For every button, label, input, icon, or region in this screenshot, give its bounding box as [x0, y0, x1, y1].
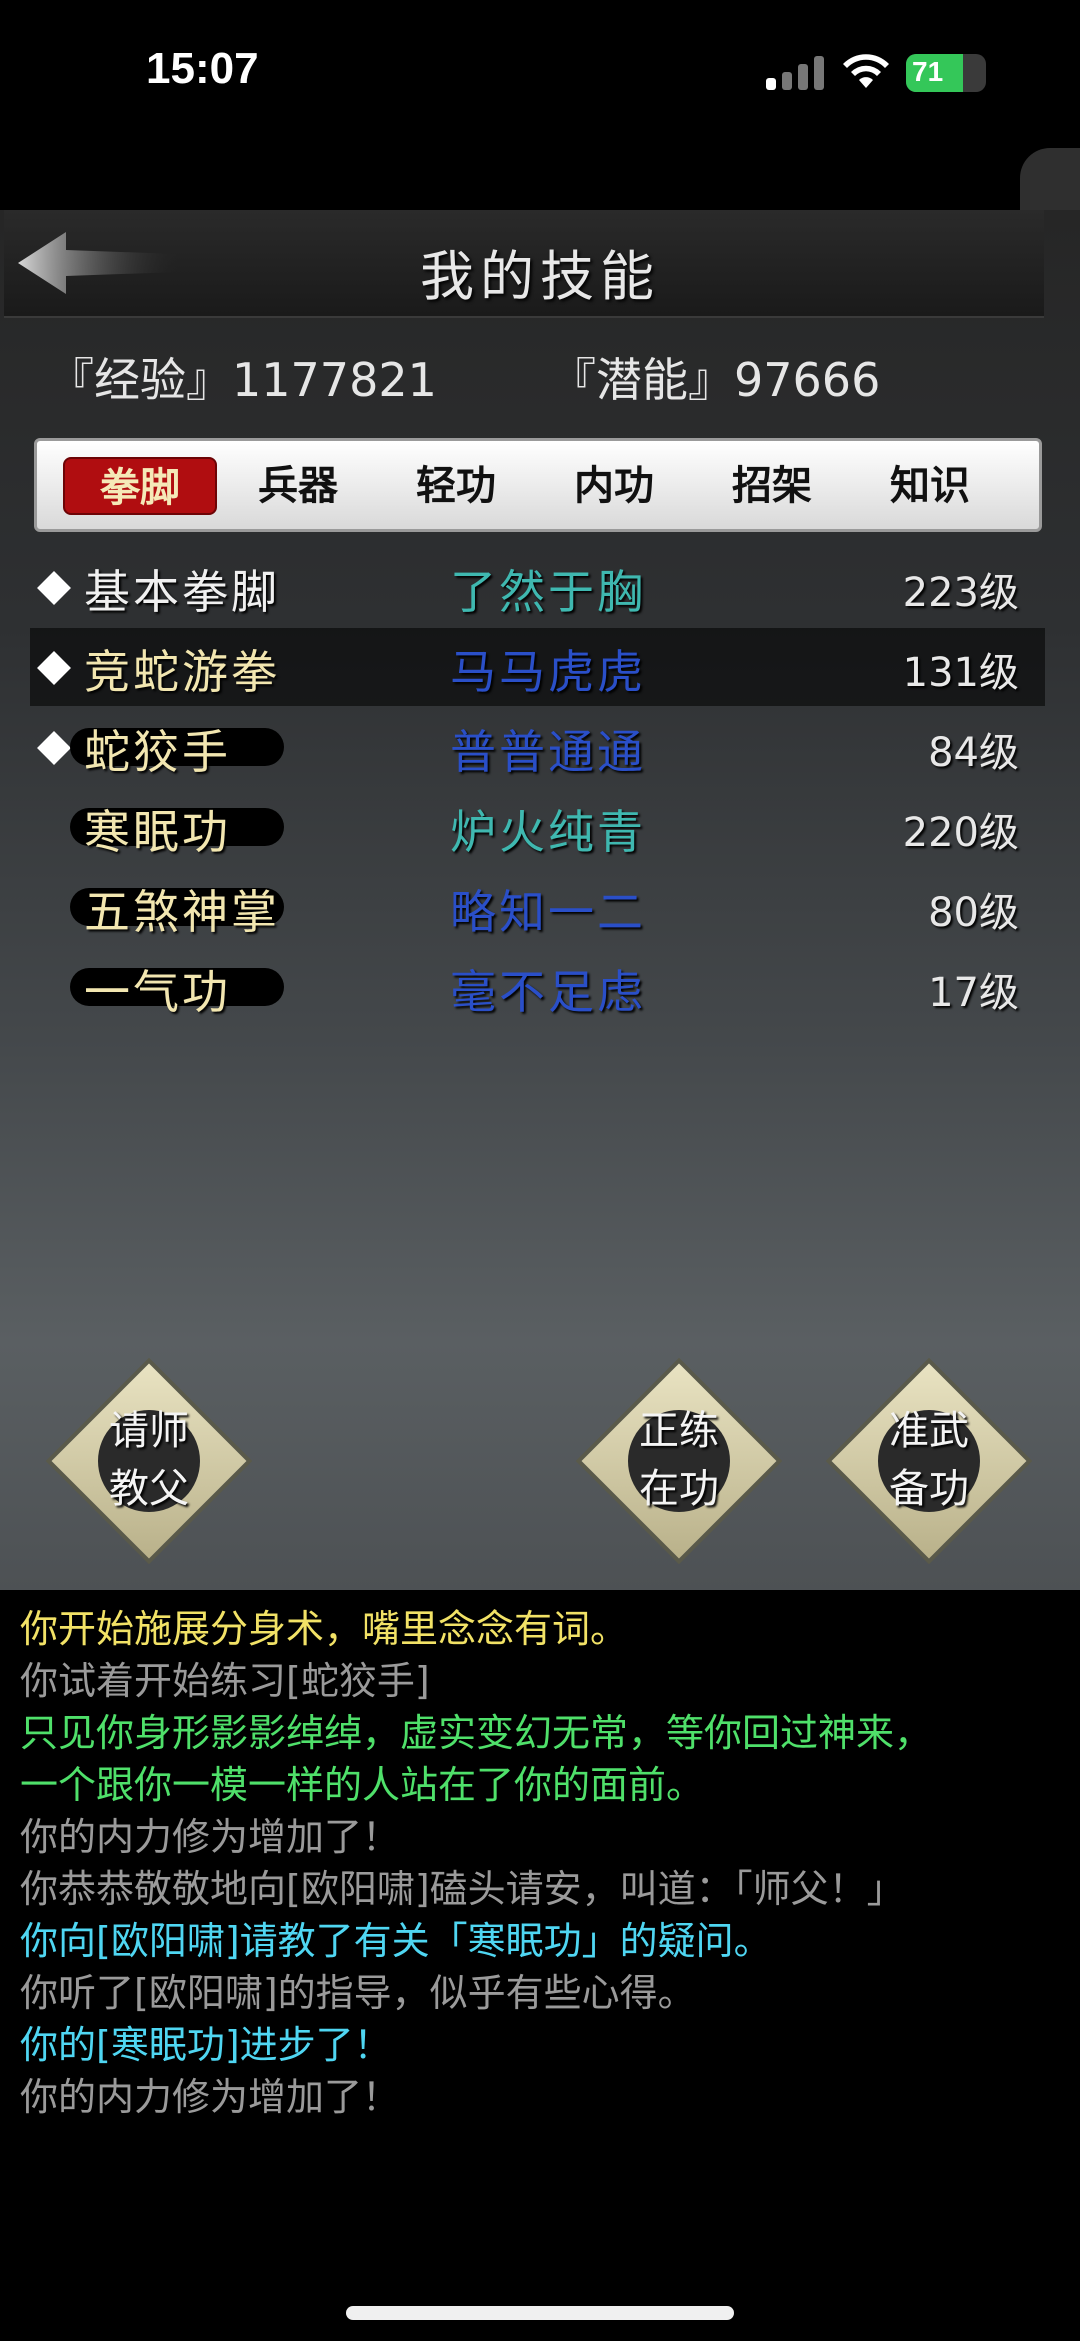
skill-level: 84级 — [928, 730, 1019, 776]
skill-name: 寒眠功 — [84, 805, 231, 859]
log-line: 你试着开始练习[蛇狡手] — [20, 1659, 430, 1703]
skill-level: 131级 — [902, 650, 1019, 696]
log-line: 你的[寒眠功]进步了！ — [20, 2023, 392, 2067]
tab-fist[interactable]: 拳脚 — [63, 457, 217, 515]
skill-rank: 炉火纯青 — [450, 805, 646, 859]
log-line: 你的内力修为增加了！ — [20, 2075, 401, 2119]
equipped-marker-icon — [37, 571, 71, 605]
button-label-line2: 在功 — [639, 1466, 719, 1512]
skill-row[interactable]: 五煞神掌 略知一二 80级 — [30, 868, 1045, 946]
skill-level: 223级 — [902, 570, 1019, 616]
battery-text: 71 — [912, 56, 944, 87]
tab-weapon[interactable]: 兵器 — [221, 457, 375, 515]
home-indicator[interactable] — [346, 2306, 734, 2320]
log-line: 你的内力修为增加了！ — [20, 1815, 401, 1859]
tab-parry[interactable]: 招架 — [695, 457, 849, 515]
tab-knowledge[interactable]: 知识 — [853, 457, 1007, 515]
skill-name: 蛇狡手 — [84, 725, 231, 779]
log-line: 你向[欧阳啸]请教了有关「寒眠功」的疑问。 — [20, 1919, 772, 1963]
stats-row: 『经验』1177821 『潜能』97666 — [40, 334, 1000, 414]
wifi-icon — [843, 54, 889, 88]
skill-rank: 毫不足虑 — [450, 965, 646, 1019]
log-line: 只见你身形影影绰绰，虚实变幻无常，等你回过神来， — [20, 1711, 933, 1755]
skill-rank: 马马虎虎 — [450, 645, 646, 699]
equipped-marker-icon — [37, 731, 71, 765]
skill-name: 五煞神掌 — [84, 885, 280, 939]
potential-value: 『潜能』97666 — [550, 353, 881, 407]
log-line: 你恭恭敬敬地向[欧阳啸]磕头请安，叫道：「师父！」 — [20, 1867, 905, 1911]
skill-category-tabs: 拳脚 兵器 轻功 内功 招架 知识 — [34, 438, 1042, 532]
button-label-line2: 备功 — [889, 1466, 969, 1512]
status-time: 15:07 — [146, 44, 259, 93]
practice-button[interactable]: 正练 在功 — [575, 1357, 783, 1565]
skill-row[interactable]: 基本拳脚 了然于胸 223级 — [30, 548, 1045, 626]
skill-rank: 略知一二 — [450, 885, 646, 939]
skills-screen: 我的技能 『经验』1177821 『潜能』97666 拳脚 兵器 轻功 内功 招… — [0, 210, 1080, 2070]
skill-level: 80级 — [928, 890, 1019, 936]
cellular-signal-icon — [766, 56, 824, 90]
battery-icon: 71 — [906, 54, 986, 92]
skill-name: 竞蛇游拳 — [84, 645, 280, 699]
message-log[interactable]: 你开始施展分身术，嘴里念念有词。 你试着开始练习[蛇狡手] 只见你身形影影绰绰，… — [0, 1590, 1080, 2250]
skill-row[interactable]: 寒眠功 炉火纯青 220级 — [30, 788, 1045, 866]
button-label-line2: 教父 — [109, 1466, 189, 1512]
skill-rank: 普普通通 — [450, 725, 646, 779]
skill-name: 基本拳脚 — [84, 565, 280, 619]
skill-row[interactable]: 一气功 毫不足虑 17级 — [30, 948, 1045, 1026]
skill-name: 一气功 — [84, 965, 231, 1019]
skill-row[interactable]: 蛇狡手 普普通通 84级 — [30, 708, 1045, 786]
skill-level: 17级 — [928, 970, 1019, 1016]
experience-value: 『经验』1177821 — [48, 353, 437, 407]
button-label-line1: 正练 — [639, 1408, 719, 1454]
tab-inner[interactable]: 内功 — [537, 457, 691, 515]
skill-level: 220级 — [902, 810, 1019, 856]
tab-lightness[interactable]: 轻功 — [379, 457, 533, 515]
button-label-line1: 准武 — [889, 1408, 969, 1454]
skill-rank: 了然于胸 — [450, 565, 646, 619]
log-line: 你听了[欧阳啸]的指导，似乎有些心得。 — [20, 1971, 696, 2015]
log-line: 一个跟你一模一样的人站在了你的面前。 — [20, 1763, 705, 1807]
skill-row[interactable]: 竞蛇游拳 马马虎虎 131级 — [30, 628, 1045, 706]
page-title: 我的技能 — [420, 245, 660, 308]
ask-teacher-button[interactable]: 请师 教父 — [45, 1357, 253, 1565]
log-line: 你开始施展分身术，嘴里念念有词。 — [20, 1607, 629, 1651]
equipped-marker-icon — [37, 651, 71, 685]
button-label-line1: 请师 — [109, 1408, 189, 1454]
prepare-skill-button[interactable]: 准武 备功 — [825, 1357, 1033, 1565]
status-bar: 15:07 71 — [0, 0, 1080, 150]
